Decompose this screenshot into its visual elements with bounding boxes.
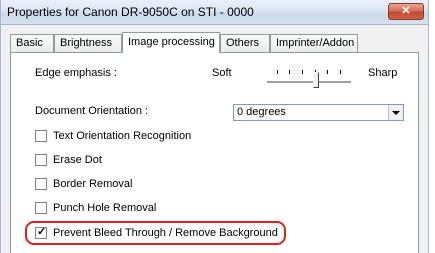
close-icon: ✕: [401, 5, 411, 17]
edge-emphasis-slider[interactable]: [265, 66, 355, 92]
tab-brightness[interactable]: Brightness: [54, 34, 122, 52]
tab-basic[interactable]: Basic: [10, 34, 54, 52]
highlight-annotation: [25, 221, 286, 245]
slider-tick: [340, 70, 341, 74]
slider-tick: [327, 70, 328, 74]
edge-emphasis-soft-label: Soft: [212, 67, 232, 79]
edge-emphasis-label: Edge emphasis :: [35, 67, 117, 79]
tab-label: Brightness: [60, 37, 112, 49]
close-button[interactable]: ✕: [388, 3, 424, 20]
tab-image-processing[interactable]: Image processing: [122, 32, 220, 53]
document-orientation-select[interactable]: 0 degrees: [233, 104, 404, 121]
checkbox-label: Border Removal: [53, 178, 133, 190]
tab-label: Image processing: [128, 36, 215, 48]
slider-track: [267, 81, 351, 84]
slider-tick: [277, 70, 278, 74]
checkbox-label: Punch Hole Removal: [53, 202, 157, 214]
document-orientation-value: 0 degrees: [237, 106, 286, 118]
document-orientation-label: Document Orientation :: [35, 105, 149, 117]
chevron-down-icon[interactable]: [388, 105, 403, 120]
slider-thumb[interactable]: [313, 72, 319, 88]
checkbox[interactable]: [35, 202, 47, 214]
checkbox[interactable]: [35, 130, 47, 142]
tab-imprinter-addon[interactable]: Imprinter/Addon: [270, 34, 358, 52]
edge-emphasis-sharp-label: Sharp: [368, 67, 398, 79]
checkbox[interactable]: [35, 154, 47, 166]
tab-label: Imprinter/Addon: [276, 37, 355, 49]
tab-others[interactable]: Others: [220, 34, 270, 52]
checkbox[interactable]: [35, 178, 47, 190]
checkbox-label: Erase Dot: [53, 154, 102, 166]
slider-tick: [289, 70, 290, 74]
window-title: Properties for Canon DR-9050C on STI - 0…: [7, 5, 254, 19]
tab-label: Basic: [16, 37, 43, 49]
tab-label: Others: [226, 37, 260, 49]
title-bar[interactable]: Properties for Canon DR-9050C on STI - 0…: [1, 0, 428, 25]
slider-tick: [302, 70, 303, 74]
checkbox-label: Text Orientation Recognition: [53, 130, 192, 142]
